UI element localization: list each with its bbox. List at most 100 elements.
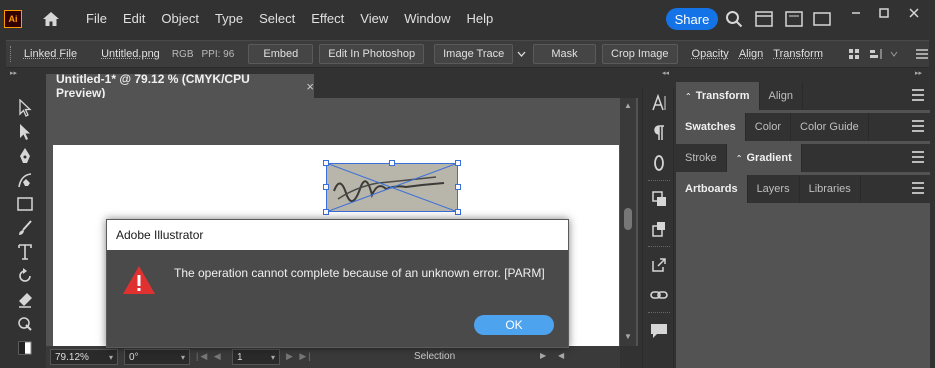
search-icon[interactable] <box>725 10 743 28</box>
tab-color-guide[interactable]: Color Guide <box>791 113 869 141</box>
distribute-icon[interactable] <box>865 48 887 60</box>
dialog-title: Adobe Illustrator <box>107 220 568 250</box>
menu-object[interactable]: Object <box>153 0 207 38</box>
tab-libraries[interactable]: Libraries <box>800 175 861 203</box>
minimize-icon[interactable] <box>843 4 869 22</box>
grid-align-icon[interactable] <box>843 48 865 60</box>
artboards-panel-menu-icon[interactable] <box>912 182 924 194</box>
eraser-tool-icon[interactable] <box>6 288 44 312</box>
swatches-panel-menu-icon[interactable] <box>912 120 924 132</box>
artboard-number: 1 <box>237 351 243 363</box>
resize-handle-bl[interactable] <box>323 209 329 215</box>
menu-window[interactable]: Window <box>396 0 458 38</box>
filename-link[interactable]: Untitled.png <box>93 48 168 60</box>
resize-handle-l[interactable] <box>323 184 329 190</box>
pen-tool-icon[interactable] <box>6 144 44 168</box>
rotation-field[interactable]: 0° ▾ <box>124 349 190 365</box>
zoom-dropdown-icon[interactable]: ▾ <box>109 353 113 362</box>
embed-button[interactable]: Embed <box>248 44 314 64</box>
scroll-down-icon[interactable]: ▼ <box>624 332 632 341</box>
linked-file-link[interactable]: Linked File <box>16 48 85 60</box>
tab-artboards[interactable]: Artboards <box>676 175 748 203</box>
zoom-field[interactable]: 79.12% ▾ <box>50 349 118 365</box>
comments-panel-icon[interactable] <box>643 316 675 346</box>
maximize-icon[interactable] <box>871 4 897 22</box>
export-icon[interactable] <box>643 250 675 280</box>
crop-image-button[interactable]: Crop Image <box>602 44 678 64</box>
tab-gradient[interactable]: ⌃ Gradient <box>726 144 802 172</box>
paintbrush-tool-icon[interactable] <box>6 216 44 240</box>
resize-handle-t[interactable] <box>389 160 395 166</box>
fill-stroke-icon[interactable] <box>6 336 44 360</box>
panel-menu-icon[interactable] <box>915 48 929 60</box>
close-window-icon[interactable] <box>901 4 927 22</box>
menu-help[interactable]: Help <box>458 0 501 38</box>
selection-tool-icon[interactable] <box>6 96 44 120</box>
document-tab[interactable]: Untitled-1* @ 79.12 % (CMYK/CPU Preview)… <box>46 72 314 100</box>
rotate-tool-icon[interactable] <box>6 264 44 288</box>
workspace-icon[interactable] <box>813 10 831 28</box>
scroll-thumb[interactable] <box>624 208 632 230</box>
image-trace-chevron-icon[interactable] <box>515 51 527 57</box>
tab-align[interactable]: Align <box>760 82 803 110</box>
links-panel-icon[interactable] <box>643 184 675 214</box>
resize-handle-r[interactable] <box>455 184 461 190</box>
ok-button[interactable]: OK <box>474 315 554 335</box>
transform-panel-tabs: ⌃ Transform Align <box>676 82 930 110</box>
link-icon[interactable] <box>643 280 675 310</box>
toolbar-collapse-icon[interactable]: ▸▸ <box>10 70 17 78</box>
transform-link[interactable]: Transform <box>765 48 831 60</box>
mask-button[interactable]: Mask <box>533 44 597 64</box>
artboard-next-icons[interactable]: ▶ ▶| <box>286 351 313 362</box>
direct-selection-tool-icon[interactable] <box>6 120 44 144</box>
edit-in-photoshop-button[interactable]: Edit In Photoshop <box>319 44 425 64</box>
menu-select[interactable]: Select <box>251 0 303 38</box>
rectangle-tool-icon[interactable] <box>6 192 44 216</box>
close-document-icon[interactable]: × <box>306 79 314 94</box>
align-chevron-icon[interactable] <box>887 51 901 57</box>
tab-gradient-label: Gradient <box>746 152 792 164</box>
align-link[interactable]: Align <box>737 48 765 60</box>
artboard-dropdown-icon[interactable]: ▾ <box>271 353 275 362</box>
asset-export-icon[interactable] <box>643 214 675 244</box>
tab-layers[interactable]: Layers <box>748 175 800 203</box>
resize-handle-tr[interactable] <box>455 160 461 166</box>
share-button[interactable]: Share <box>666 8 718 30</box>
panel-collapse-right-icon[interactable]: ▸▸ <box>915 70 922 78</box>
artboard-prev-icons[interactable]: |◀ ◀ <box>196 351 223 362</box>
tab-transform[interactable]: ⌃ Transform <box>676 82 760 110</box>
status-menu-icon[interactable]: ▶ <box>540 351 546 360</box>
menu-edit[interactable]: Edit <box>115 0 153 38</box>
resize-handle-tl[interactable] <box>323 160 329 166</box>
color-mode: RGB <box>171 48 194 60</box>
curvature-tool-icon[interactable] <box>6 168 44 192</box>
menu-effect[interactable]: Effect <box>303 0 352 38</box>
menu-type[interactable]: Type <box>207 0 251 38</box>
discover-icon[interactable] <box>785 10 803 28</box>
image-trace-button[interactable]: Image Trace <box>434 44 514 64</box>
hscroll-left-icon[interactable]: ◀ <box>558 351 564 360</box>
artboard-number-field[interactable]: 1 ▾ <box>232 349 280 365</box>
opacity-link[interactable]: Opacity <box>684 48 737 60</box>
menu-file[interactable]: File <box>78 0 115 38</box>
type-tool-icon[interactable] <box>6 240 44 264</box>
tab-color[interactable]: Color <box>746 113 792 141</box>
tab-stroke[interactable]: Stroke <box>676 144 727 172</box>
gradient-panel-menu-icon[interactable] <box>912 151 924 163</box>
character-panel-icon[interactable] <box>643 88 675 118</box>
placed-image[interactable] <box>323 160 461 215</box>
paragraph-panel-icon[interactable] <box>643 118 675 148</box>
gradient-panel-tabs: Stroke ⌃ Gradient <box>676 144 930 172</box>
rotation-dropdown-icon[interactable]: ▾ <box>181 353 185 362</box>
transform-panel-menu-icon[interactable] <box>912 89 924 101</box>
tab-swatches[interactable]: Swatches <box>676 113 746 141</box>
resize-handle-br[interactable] <box>455 209 461 215</box>
arrange-documents-icon[interactable] <box>755 10 773 28</box>
vertical-scrollbar[interactable]: ▲ ▼ <box>620 98 636 346</box>
panel-collapse-left-icon[interactable]: ◂◂ <box>662 70 669 78</box>
home-icon[interactable] <box>40 8 62 30</box>
menu-view[interactable]: View <box>352 0 396 38</box>
shape-builder-tool-icon[interactable] <box>6 312 44 336</box>
opentype-panel-icon[interactable] <box>643 148 675 178</box>
scroll-up-icon[interactable]: ▲ <box>624 101 632 110</box>
